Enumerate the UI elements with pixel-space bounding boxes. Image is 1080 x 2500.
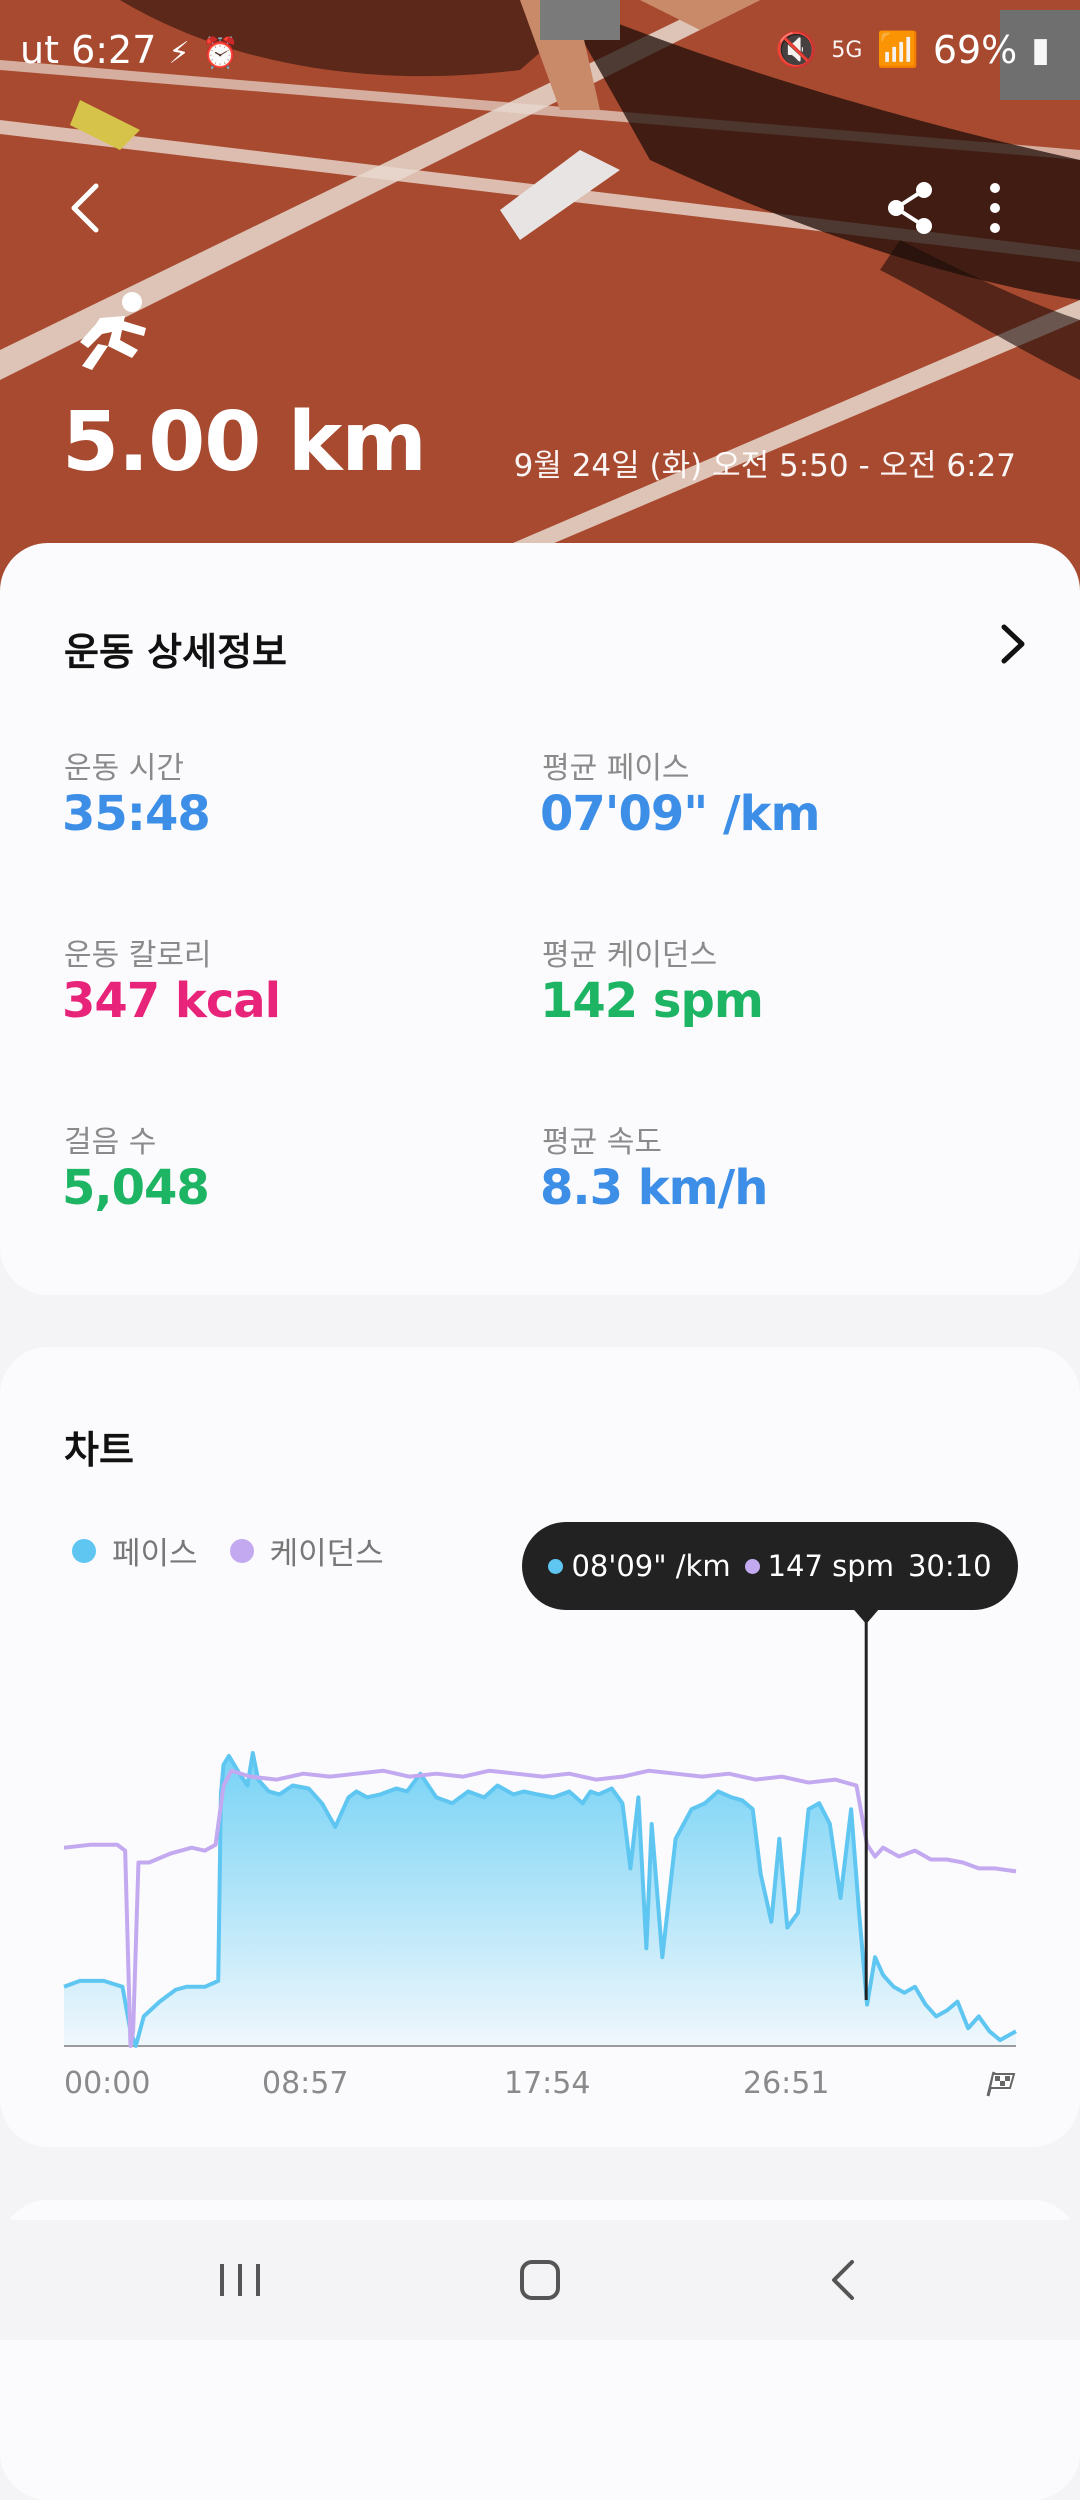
x-tick-3: 26:51 <box>743 2066 830 2101</box>
recents-icon[interactable] <box>200 2250 280 2310</box>
alarm-icon: ⏰ <box>201 36 240 71</box>
stat-label-steps: 걸음 수 <box>64 1125 157 1160</box>
navigation-bar <box>0 2220 1080 2340</box>
signal-icon: 📶 <box>876 30 919 70</box>
legend-item-pace[interactable]: 페이스 <box>72 1528 198 1573</box>
share-icon[interactable] <box>880 178 940 238</box>
home-icon[interactable] <box>500 2250 580 2310</box>
stat-label-calories: 운동 칼로리 <box>64 938 212 973</box>
stat-value-duration: 35:48 <box>62 786 211 842</box>
tooltip-dot-cadence <box>744 1558 760 1574</box>
back-nav-icon[interactable] <box>804 2250 884 2310</box>
chart-legend: 페이스 케이던스 <box>72 1528 416 1573</box>
legend-label-cadence: 케이던스 <box>269 1536 384 1572</box>
tooltip-cadence: 147 spm <box>767 1549 894 1583</box>
status-icons: 🔇 5G 📶 69% ▮ <box>775 28 1050 72</box>
legend-item-cadence[interactable]: 케이던스 <box>229 1528 384 1573</box>
distance-value: 5.00 km <box>62 395 427 490</box>
workout-details-card: 운동 상세정보 운동 시간 35:48 평균 페이스 07'09" /km 운동… <box>0 543 1080 1295</box>
status-time: ut 6:27 ⚡ ⏰ <box>20 28 239 72</box>
notification-icon: ⚡ <box>168 36 190 71</box>
stat-label-avg-speed: 평균 속도 <box>542 1125 662 1160</box>
stat-value-avg-speed: 8.3 km/h <box>540 1160 768 1216</box>
chart-title: 차트 <box>64 1428 134 1472</box>
finish-flag-icon <box>986 2071 1016 2097</box>
chart-tooltip: 08'09" /km 147 spm 30:10 <box>522 1522 1018 1610</box>
tooltip-pace: 08'09" /km <box>571 1549 731 1583</box>
x-tick-1: 08:57 <box>262 2066 349 2101</box>
clock: 6:27 <box>71 28 157 72</box>
stat-label-avg-cadence: 평균 케이던스 <box>542 938 718 973</box>
details-title: 운동 상세정보 <box>64 630 287 674</box>
legend-label-pace: 페이스 <box>112 1536 198 1572</box>
stat-value-calories: 347 kcal <box>62 973 281 1029</box>
stat-value-avg-cadence: 142 spm <box>540 973 764 1029</box>
carrier-text: ut <box>20 28 59 72</box>
stat-value-steps: 5,048 <box>62 1160 210 1216</box>
x-tick-0: 00:00 <box>64 2066 151 2101</box>
legend-dot-pace <box>72 1538 96 1563</box>
stat-label-avg-pace: 평균 페이스 <box>542 751 690 786</box>
pace-cadence-chart[interactable] <box>0 1600 1080 2060</box>
stat-value-avg-pace: 07'09" /km <box>540 786 820 842</box>
chevron-right-icon[interactable] <box>992 619 1032 669</box>
x-tick-2: 17:54 <box>504 2066 591 2101</box>
workout-time-range: 9월 24일 (화) 오전 5:50 - 오전 6:27 <box>513 448 1016 484</box>
tooltip-pointer <box>854 1610 879 1624</box>
legend-dot-cadence <box>229 1538 254 1563</box>
back-icon[interactable] <box>60 178 110 238</box>
running-icon <box>80 292 146 370</box>
network-type: 5G <box>831 37 863 63</box>
more-icon[interactable] <box>970 178 1020 238</box>
hero-banner: ut 6:27 ⚡ ⏰ 🔇 5G 📶 69% ▮ 5.00 km 9월 24일 … <box>0 0 1080 600</box>
tooltip-dot-pace <box>548 1558 564 1574</box>
stat-label-duration: 운동 시간 <box>64 751 184 786</box>
status-bar: ut 6:27 ⚡ ⏰ 🔇 5G 📶 69% ▮ <box>0 0 1080 100</box>
tooltip-time: 30:10 <box>907 1549 992 1583</box>
battery-icon: ▮ <box>1031 30 1050 70</box>
battery-percent: 69% <box>932 28 1018 72</box>
mute-icon: 🔇 <box>775 30 818 70</box>
